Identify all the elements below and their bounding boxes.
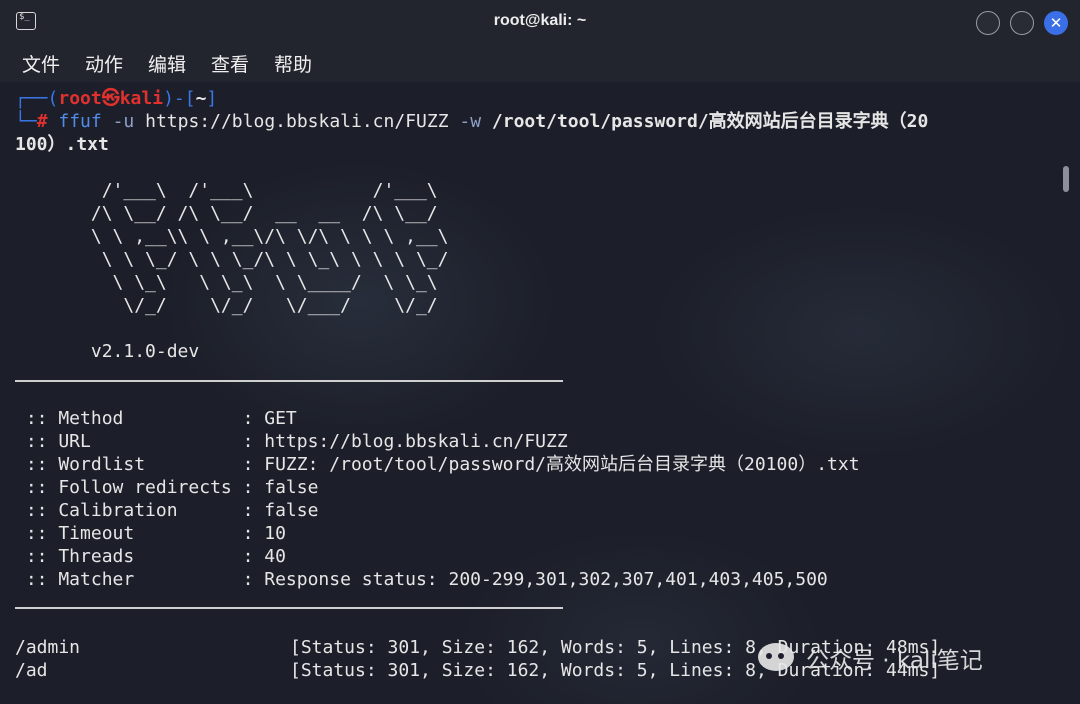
config-value: : 40 [242,546,286,567]
command-wordlist-cont: 100）.txt [15,134,109,155]
result-row: /ad [15,659,48,682]
terminal-output[interactable]: ┌──(root㉿kali)-[~] └─# ffuf -u https://b… [0,82,1080,704]
command-url: https://blog.bbskali.cn/FUZZ [145,111,449,132]
scrollbar-thumb[interactable] [1063,166,1069,192]
banner-line: \/_/ \/_/ \/___/ \/_/ [15,295,438,316]
config-row: :: Wordlist : FUZZ: /root/tool/password/… [15,453,860,476]
prompt-line-1: ┌──(root㉿kali)-[~] [15,87,217,110]
config-key: :: Timeout [15,523,243,544]
config-key: :: Wordlist [15,454,243,475]
prompt-line-2: └─# ffuf -u https://blog.bbskali.cn/FUZZ… [15,110,928,133]
banner-line: \ \ ,__\\ \ ,__\/\ \/\ \ \ \ ,__\ [15,226,449,247]
result-path: /ad [15,660,48,681]
config-key: :: Method [15,408,243,429]
prompt-bracket: ] [206,88,218,109]
menu-action[interactable]: 动作 [85,50,123,77]
wechat-icon [758,643,794,671]
config-row: :: URL : https://blog.bbskali.cn/FUZZ [15,430,568,453]
title-bar[interactable]: $_ root@kali: ~ ✕ [0,0,1080,44]
prompt-corner: ┌──( [15,88,59,109]
menu-edit[interactable]: 编辑 [148,50,186,77]
window-title: root@kali: ~ [493,12,587,29]
prompt-separator: )-[ [163,88,196,109]
banner-line: \ \ \_/ \ \ \_/\ \ \_\ \ \ \ \_/ [15,249,449,270]
version-text: v2.1.0-dev [15,341,200,362]
prompt-user: root㉿kali [58,88,164,109]
banner-line: \ \_\ \ \_\ \ \____/ \ \_\ [15,272,438,293]
config-value: : 10 [242,523,286,544]
command-flag-u: -u [112,111,135,132]
prompt-dir: ~ [195,88,207,109]
config-row: :: Method : GET [15,407,297,430]
divider [15,607,563,609]
config-value: : https://blog.bbskali.cn/FUZZ [242,431,568,452]
config-value: : FUZZ: /root/tool/password/高效网站后台目录字典（2… [242,454,860,475]
config-value: : false [242,477,319,498]
banner-line: /'___\ /'___\ /'___\ [15,180,438,201]
terminal-window: $_ root@kali: ~ ✕ 文件 动作 编辑 查看 帮助 ┌──(roo… [0,0,1080,704]
command-flag-w: -w [459,111,482,132]
prompt-corner-bottom: └─ [15,111,37,132]
config-value: : Response status: 200-299,301,302,307,4… [242,569,828,590]
minimize-button[interactable] [976,11,1000,35]
result-path: /admin [15,637,81,658]
watermark-text: 公众号 · kali笔记 [806,648,983,674]
prompt-hash: # [36,111,48,132]
config-row: :: Calibration : false [15,499,319,522]
config-key: :: Matcher [15,569,243,590]
close-icon: ✕ [1049,14,1063,32]
close-button[interactable]: ✕ [1044,11,1068,35]
config-key: :: Follow redirects [15,477,243,498]
config-key: :: Calibration [15,500,243,521]
maximize-button[interactable] [1010,11,1034,35]
config-key: :: URL [15,431,243,452]
menu-file[interactable]: 文件 [22,50,60,77]
config-value: : GET [242,408,297,429]
menu-help[interactable]: 帮助 [274,50,312,77]
config-key: :: Threads [15,546,243,567]
config-row: :: Timeout : 10 [15,522,286,545]
menu-bar: 文件 动作 编辑 查看 帮助 [0,44,1080,82]
result-row: /admin [15,636,80,659]
banner-line: /\ \__/ /\ \__/ __ __ /\ \__/ [15,203,438,224]
menu-view[interactable]: 查看 [211,50,249,77]
config-row: :: Follow redirects : false [15,476,319,499]
config-row: :: Threads : 40 [15,545,286,568]
command-name: ffuf [58,111,102,132]
command-wordlist: /root/tool/password/高效网站后台目录字典（20 [491,111,929,132]
config-value: : false [242,500,319,521]
config-row: :: Matcher : Response status: 200-299,30… [15,568,828,591]
divider [15,380,563,382]
